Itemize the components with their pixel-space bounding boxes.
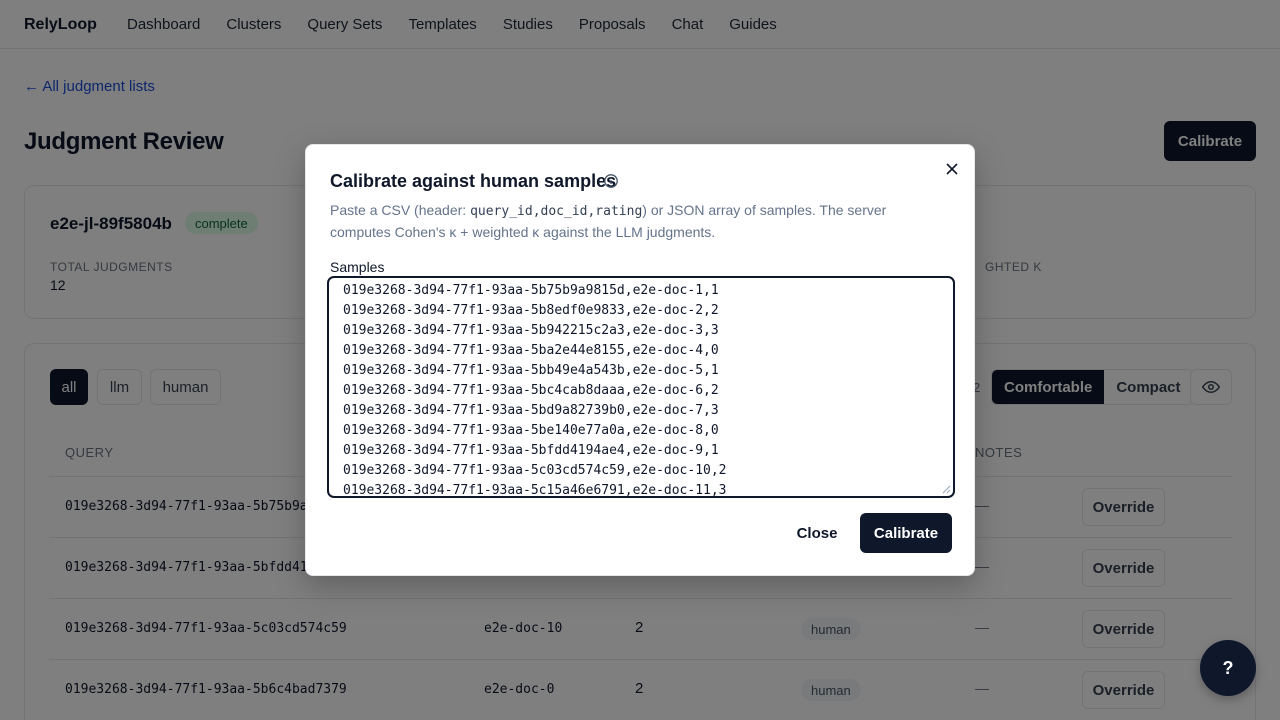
info-icon[interactable]: [603, 173, 619, 189]
dialog-title: Calibrate against human samples: [330, 171, 617, 191]
csv-header-code: query_id,doc_id,rating: [470, 204, 643, 219]
help-button[interactable]: ?: [1200, 640, 1256, 696]
close-button[interactable]: Close: [787, 513, 847, 553]
dialog-description: Paste a CSV (header: query_id,doc_id,rat…: [330, 202, 887, 240]
samples-label: Samples: [330, 259, 385, 275]
samples-textarea[interactable]: 019e3268-3d94-77f1-93aa-5b75b9a9815d,e2e…: [327, 276, 955, 498]
calibrate-dialog: Calibrate against human samples Paste a …: [305, 144, 975, 576]
close-icon[interactable]: [942, 159, 962, 179]
resize-handle-icon[interactable]: [941, 484, 951, 494]
samples-text: 019e3268-3d94-77f1-93aa-5b75b9a9815d,e2e…: [343, 283, 727, 498]
dialog-calibrate-button[interactable]: Calibrate: [860, 513, 952, 553]
